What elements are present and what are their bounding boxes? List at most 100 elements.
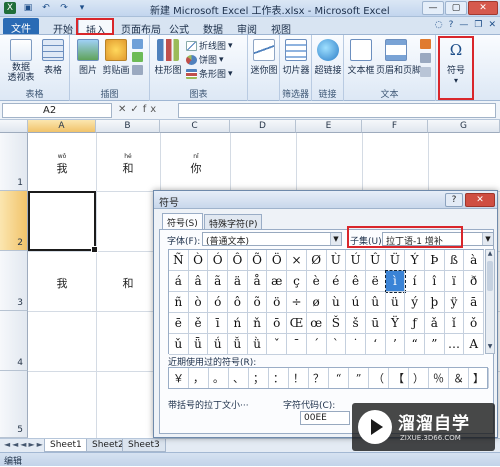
row-header-2[interactable]: 2 bbox=[0, 191, 28, 251]
tab-page-layout[interactable]: 页面布局 bbox=[114, 19, 168, 36]
symbol-cell[interactable]: ü bbox=[385, 292, 406, 313]
object-button[interactable] bbox=[420, 67, 431, 77]
tab-file[interactable]: 文件 bbox=[3, 18, 39, 35]
excel-icon[interactable]: X bbox=[4, 2, 16, 14]
screenshot-button[interactable] bbox=[132, 65, 143, 75]
symbol-cell[interactable]: ū bbox=[365, 313, 386, 334]
recent-symbol-cell[interactable]: ： bbox=[269, 368, 289, 388]
symbol-cell[interactable]: ÿ bbox=[444, 292, 465, 313]
symbol-cell[interactable]: õ bbox=[247, 292, 268, 313]
column-header-a[interactable]: A bbox=[28, 120, 96, 133]
symbol-cell[interactable]: ò bbox=[188, 292, 209, 313]
row-header-4[interactable]: 4 bbox=[0, 311, 28, 371]
chevron-down-icon[interactable]: ▾ bbox=[76, 2, 88, 14]
symbol-cell[interactable]: ç bbox=[287, 271, 307, 292]
symbol-cell[interactable]: ’ bbox=[385, 334, 406, 355]
symbol-cell[interactable]: ń bbox=[228, 313, 248, 334]
symbol-cell[interactable]: ‘ bbox=[365, 334, 386, 355]
close-icon[interactable]: ✕ bbox=[465, 193, 495, 207]
close-icon[interactable]: ✕ bbox=[468, 1, 498, 15]
symbol-cell[interactable]: ī bbox=[208, 313, 229, 334]
symbol-cell[interactable]: × bbox=[287, 250, 307, 271]
symbol-cell[interactable]: ñ bbox=[169, 292, 189, 313]
symbol-cell[interactable]: ˇ bbox=[267, 334, 288, 355]
symbol-cell[interactable]: Ò bbox=[188, 250, 209, 271]
symbol-cell[interactable]: ƒ bbox=[405, 313, 425, 334]
recent-symbol-cell[interactable]: “ bbox=[329, 368, 349, 388]
recent-symbol-cell[interactable]: 。 bbox=[209, 368, 229, 388]
question-icon[interactable]: ? bbox=[449, 20, 454, 30]
symbol-cell[interactable]: û bbox=[365, 292, 386, 313]
recent-symbol-cell[interactable]: 、 bbox=[229, 368, 249, 388]
symbol-cell[interactable]: å bbox=[247, 271, 268, 292]
column-header-g[interactable]: G bbox=[428, 120, 500, 133]
symbol-cell[interactable]: Š bbox=[326, 313, 347, 334]
formula-icons[interactable]: ✕✓fx bbox=[118, 104, 160, 115]
symbol-cell[interactable]: Þ bbox=[424, 250, 445, 271]
symbol-cell[interactable]: à bbox=[464, 250, 484, 271]
symbol-cell[interactable]: ã bbox=[208, 271, 229, 292]
help-icon[interactable]: ◌ bbox=[435, 20, 443, 30]
symbol-cell[interactable]: Œ bbox=[287, 313, 307, 334]
symbol-cell[interactable]: ˉ bbox=[287, 334, 307, 355]
maximize-icon[interactable]: ▢ bbox=[445, 1, 467, 15]
symbol-cell[interactable]: ō bbox=[267, 313, 288, 334]
undo-icon[interactable]: ↶ bbox=[40, 2, 52, 14]
symbol-cell[interactable]: š bbox=[346, 313, 366, 334]
symbol-cell[interactable]: ë bbox=[365, 271, 386, 292]
column-header-c[interactable]: C bbox=[160, 120, 230, 133]
row-header-3[interactable]: 3 bbox=[0, 251, 28, 311]
formula-input[interactable] bbox=[178, 103, 496, 118]
minimize-icon[interactable]: — bbox=[422, 1, 444, 15]
recent-symbol-cell[interactable]: ” bbox=[349, 368, 369, 388]
symbol-cell[interactable]: ǘ bbox=[208, 334, 229, 355]
restore-icon[interactable]: ❐ bbox=[474, 20, 482, 30]
font-select[interactable]: (普通文本) ▼ bbox=[202, 232, 342, 246]
symbol-cell[interactable]: ö bbox=[267, 292, 288, 313]
symbol-cell[interactable]: ” bbox=[424, 334, 445, 355]
sheet-tab-3[interactable]: Sheet3 bbox=[122, 439, 166, 452]
recent-symbol-cell[interactable]: ！ bbox=[289, 368, 309, 388]
symbol-cell[interactable]: ß bbox=[444, 250, 465, 271]
table-button[interactable]: 表格 bbox=[40, 39, 66, 76]
slicer-button[interactable]: 切片器 bbox=[282, 39, 310, 76]
tab-home[interactable]: 开始 bbox=[46, 19, 80, 36]
symbol-cell[interactable]: ǐ bbox=[444, 313, 465, 334]
symbol-cell[interactable]: ā bbox=[464, 292, 484, 313]
cell-b1[interactable]: hé 和 bbox=[108, 153, 148, 176]
symbol-cell[interactable]: Ù bbox=[326, 250, 347, 271]
picture-button[interactable]: 图片 bbox=[74, 39, 102, 76]
pivot-table-button[interactable]: 数据 透视表 bbox=[6, 39, 36, 83]
sparkline-button[interactable]: 迷你图 bbox=[250, 39, 278, 76]
symbol-cell[interactable]: Ú bbox=[346, 250, 366, 271]
column-chart-button[interactable]: 柱形图 bbox=[154, 39, 182, 76]
smartart-button[interactable] bbox=[132, 52, 143, 62]
cell-c1[interactable]: nǐ 你 bbox=[176, 153, 216, 176]
column-header-d[interactable]: D bbox=[230, 120, 296, 133]
symbol-cell[interactable]: Ô bbox=[228, 250, 248, 271]
symbol-cell[interactable]: ǜ bbox=[247, 334, 268, 355]
recent-symbol-cell[interactable]: 【 bbox=[389, 368, 409, 388]
hyperlink-button[interactable]: 超链接 bbox=[314, 39, 342, 76]
symbol-cell[interactable]: ø bbox=[306, 292, 327, 313]
redo-icon[interactable]: ↷ bbox=[58, 2, 70, 14]
cell-a1[interactable]: wǒ 我 bbox=[42, 153, 82, 176]
recent-symbol-cell[interactable]: ％ bbox=[429, 368, 449, 388]
row-header-5[interactable]: 5 bbox=[0, 371, 28, 438]
symbol-cell[interactable]: á bbox=[169, 271, 189, 292]
symbol-cell[interactable]: è bbox=[306, 271, 327, 292]
symbol-cell[interactable]: Û bbox=[365, 250, 386, 271]
sheet-tab-1[interactable]: Sheet1 bbox=[44, 439, 88, 452]
symbol-cell[interactable]: ǚ bbox=[228, 334, 248, 355]
select-all-corner[interactable] bbox=[0, 120, 28, 133]
header-footer-button[interactable]: 页眉和页脚 bbox=[376, 39, 421, 76]
close-icon[interactable]: ✕ bbox=[488, 20, 496, 30]
pie-chart-button[interactable]: 饼图 ▾ bbox=[186, 53, 224, 66]
symbol-cell[interactable]: ǒ bbox=[464, 313, 484, 334]
symbol-cell[interactable]: ˊ bbox=[306, 334, 327, 355]
recent-symbol-cell[interactable]: 】 bbox=[469, 368, 489, 388]
cell-a3[interactable]: 我 bbox=[42, 275, 82, 291]
symbol-cell[interactable]: þ bbox=[424, 292, 445, 313]
symbol-cell[interactable]: ǖ bbox=[188, 334, 209, 355]
row-header-1[interactable]: 1 bbox=[0, 133, 28, 191]
